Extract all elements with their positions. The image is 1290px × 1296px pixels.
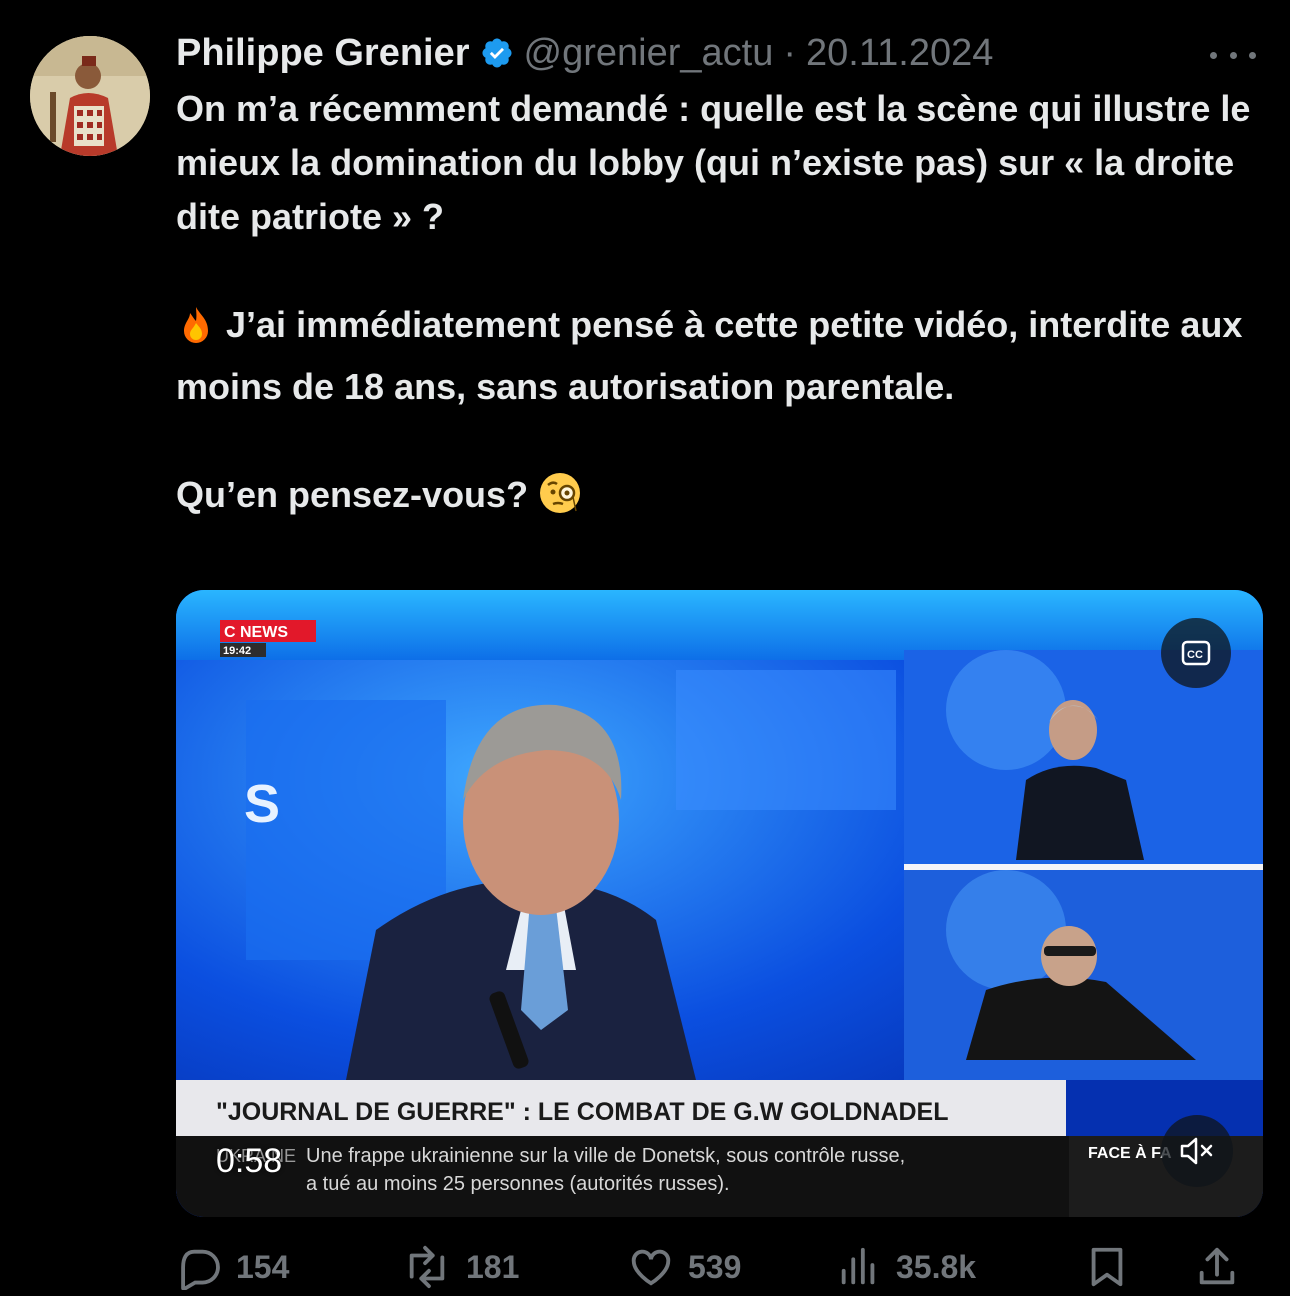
cc-icon: CC bbox=[1181, 640, 1211, 666]
studio-letter: S bbox=[244, 774, 280, 834]
tweet-paragraph-3: Qu’en pensez-vous? bbox=[176, 468, 1271, 530]
bookmark-icon bbox=[1091, 1247, 1123, 1287]
mute-icon bbox=[1180, 1137, 1213, 1165]
show-logo: FACE À FA bbox=[1088, 1143, 1172, 1162]
channel-clock: 19:42 bbox=[223, 645, 251, 657]
monocle-face-emoji-icon bbox=[538, 471, 582, 530]
verified-badge-icon[interactable] bbox=[480, 36, 514, 70]
cc-button[interactable]: CC bbox=[1161, 618, 1231, 688]
ticker-line-2: a tué au moins 25 personnes (autorités r… bbox=[306, 1173, 730, 1195]
video-duration: 0:58 bbox=[216, 1142, 283, 1180]
views-icon bbox=[841, 1247, 875, 1285]
views-count: 35.8k bbox=[896, 1248, 977, 1285]
author-handle[interactable]: @grenier_actu bbox=[524, 32, 774, 75]
bookmark-button[interactable] bbox=[1084, 1244, 1194, 1290]
channel-logo: C NEWS bbox=[224, 624, 288, 641]
reply-count: 154 bbox=[236, 1248, 290, 1285]
mute-button[interactable] bbox=[1161, 1115, 1233, 1187]
like-icon bbox=[631, 1249, 671, 1286]
tweet-date[interactable]: 20.11.2024 bbox=[806, 32, 993, 75]
action-bar: 154 181 539 35.8k bbox=[176, 1238, 1266, 1296]
avatar[interactable] bbox=[30, 36, 150, 156]
avatar-image bbox=[30, 36, 150, 156]
tweet-paragraph-3-text: Qu’en pensez-vous? bbox=[176, 474, 529, 515]
tweet-paragraph-1: On m’a récemment demandé : quelle est la… bbox=[176, 88, 1251, 237]
tweet-paragraph-2-text: J’ai immédiatement pensé à cette petite … bbox=[176, 304, 1243, 407]
svg-text:CC: CC bbox=[1187, 649, 1203, 661]
share-button[interactable] bbox=[1194, 1244, 1254, 1290]
views-button[interactable]: 35.8k bbox=[836, 1244, 1084, 1290]
tweet-paragraph-2: J’ai immédiatement pensé à cette petite … bbox=[176, 298, 1271, 414]
tweet-header: Philippe Grenier @grenier_actu · 20.11.2… bbox=[176, 28, 993, 78]
header-separator: · bbox=[783, 31, 797, 74]
like-count: 539 bbox=[688, 1248, 742, 1285]
author-name[interactable]: Philippe Grenier bbox=[176, 32, 470, 75]
ticker-line-1: Une frappe ukrainienne sur la ville de D… bbox=[306, 1145, 905, 1167]
reply-button[interactable]: 154 bbox=[176, 1244, 402, 1290]
more-icon[interactable] bbox=[1210, 40, 1256, 70]
repost-button[interactable]: 181 bbox=[402, 1244, 628, 1290]
fire-emoji-icon bbox=[176, 305, 216, 360]
like-button[interactable]: 539 bbox=[628, 1244, 836, 1290]
repost-count: 181 bbox=[466, 1248, 520, 1285]
repost-icon bbox=[409, 1245, 445, 1289]
share-icon bbox=[1199, 1247, 1235, 1285]
video-frame: S "JOURNAL DE GUERRE" : LE COMBAT DE G.W… bbox=[176, 590, 1263, 1217]
tweet-text: On m’a récemment demandé : quelle est la… bbox=[176, 82, 1271, 530]
banner-title: "JOURNAL DE GUERRE" : LE COMBAT DE G.W G… bbox=[216, 1098, 949, 1126]
video-player[interactable]: S "JOURNAL DE GUERRE" : LE COMBAT DE G.W… bbox=[176, 590, 1263, 1217]
reply-icon bbox=[181, 1249, 220, 1290]
